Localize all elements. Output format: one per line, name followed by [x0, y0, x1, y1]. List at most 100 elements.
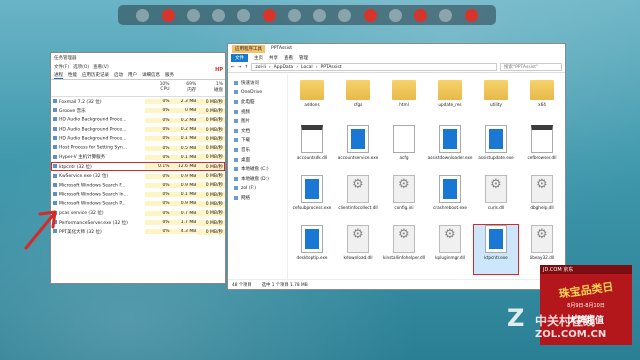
nav-item[interactable]: 下载 [228, 136, 287, 146]
dock-app-icon[interactable] [136, 8, 150, 22]
process-row[interactable]: PerformanceServer.exe (32 位) 0% 1.7 MB 0 MB… [51, 218, 225, 227]
name-header[interactable] [51, 80, 145, 96]
tab-home[interactable]: 主页 [254, 55, 263, 61]
process-row[interactable]: Microsoft Windows Search F... 0% 0.9 MB 0 M… [51, 181, 225, 190]
dock-app-icon[interactable] [439, 8, 453, 22]
process-row[interactable]: Foxmail 7.2 (32 位) 0% 2.3 MB 0 MB/秒 [51, 97, 225, 106]
tab-app-history[interactable]: 应用历史记录 [82, 72, 109, 78]
breadcrumb[interactable]: zol-li › AppData › Local › PPTAssist [251, 63, 497, 71]
nav-item[interactable]: 快速访问 [228, 78, 287, 88]
file-item[interactable]: clientinfocollect.dll [336, 175, 380, 224]
exe-icon [485, 225, 507, 253]
process-row[interactable]: Groove 音乐 0% 0 MB 0 MB/秒 [51, 106, 225, 115]
process-row[interactable]: Hyper-V 主机计算服务 0% 0.1 MB 0 MB/秒 [51, 153, 225, 162]
nav-item[interactable]: 桌面 [228, 155, 287, 165]
dock-app-icon[interactable] [237, 8, 251, 22]
dock-app-icon[interactable] [161, 8, 175, 22]
tab-share[interactable]: 共享 [269, 55, 278, 61]
nav-item[interactable]: 网络 [228, 193, 287, 203]
cpu-header[interactable]: 10% CPU [145, 80, 172, 96]
breadcrumb-item[interactable]: Local [301, 65, 313, 70]
nav-item[interactable]: OneDrive [228, 88, 287, 98]
process-row[interactable]: KwService.exe (32 位) 0% 0.9 MB 0 MB/秒 [51, 171, 225, 180]
process-row[interactable]: ktpcntr (32 位) 0.1% 12.6 MB 0 MB/秒 [51, 162, 225, 172]
file-item[interactable]: kdownload.dll [336, 225, 380, 274]
file-item[interactable]: cefbrowser.dll [520, 125, 564, 174]
dock-app-icon[interactable] [414, 8, 428, 22]
cpu-label: CPU [160, 87, 170, 92]
process-row[interactable]: Host Process for Setting Syn... 0% 0.5 MB 0… [51, 143, 225, 152]
nav-item[interactable]: 本地磁盘 (C:) [228, 164, 287, 174]
file-item[interactable]: curls.dll [474, 175, 518, 224]
breadcrumb-item[interactable]: PPTAssist [321, 65, 342, 70]
nav-item[interactable]: 文档 [228, 126, 287, 136]
process-row[interactable]: pcas service (32 位) 0% 0.7 MB 0 MB/秒 [51, 209, 225, 218]
tab-processes[interactable]: 进程 [54, 72, 63, 79]
breadcrumb-item[interactable]: AppData [274, 65, 294, 70]
file-item[interactable]: assistdownloader.exe [428, 125, 472, 174]
nav-item[interactable]: 图片 [228, 116, 287, 126]
up-arrow-icon[interactable]: ↑ [245, 65, 249, 70]
disk-header[interactable]: 1% 磁盘 [198, 80, 225, 96]
tab-file[interactable]: 文件 [231, 53, 248, 62]
file-item[interactable]: utility [474, 75, 518, 124]
process-row[interactable]: HD Audio Background Proce... 0% 0.2 MB 0 MB… [51, 125, 225, 134]
forward-arrow-icon[interactable]: → [238, 65, 242, 70]
process-row[interactable]: Microsoft Windows Search P... 0% 0.9 MB 0 M… [51, 199, 225, 208]
nav-item[interactable]: zol (F:) [228, 184, 287, 194]
file-item[interactable]: accountsdk.dll [290, 125, 334, 174]
file-item[interactable]: kinstallinfohelper.dll [382, 225, 426, 274]
dock-app-icon[interactable] [338, 8, 352, 22]
file-item[interactable]: kpluginmgr.dll [428, 225, 472, 274]
process-row[interactable]: HD Audio Background Proce... 0% 0.1 MB 0 MB… [51, 134, 225, 143]
nav-item[interactable]: 视频 [228, 107, 287, 117]
file-name: cefsubprocess.exe [292, 205, 332, 210]
tab-users[interactable]: 用户 [128, 72, 137, 78]
tab-performance[interactable]: 性能 [68, 72, 77, 78]
dock-app-icon[interactable] [262, 8, 276, 22]
file-item[interactable]: dbghelp.dll [520, 175, 564, 224]
menu-options[interactable]: 选项(O) [73, 64, 89, 70]
file-item[interactable]: update_res [428, 75, 472, 124]
file-item[interactable]: cfgs [336, 75, 380, 124]
file-item[interactable]: x64 [520, 75, 564, 124]
file-item[interactable]: assistupdate.exe [474, 125, 518, 174]
file-item[interactable]: cefsubprocess.exe [290, 175, 334, 224]
menu-view[interactable]: 查看(V) [93, 64, 109, 70]
memory-header[interactable]: 69% 内存 [172, 80, 199, 96]
dock-app-icon[interactable] [186, 8, 200, 22]
ribbon-context-tag[interactable]: 应用程序工具 [232, 44, 265, 53]
nav-item[interactable]: 本地磁盘 (D:) [228, 174, 287, 184]
process-row[interactable]: PPT美化大师 (32 位) 0% 4.3 MB 0 MB/秒 [51, 227, 225, 236]
dock-app-icon[interactable] [313, 8, 327, 22]
process-row[interactable]: HD Audio Background Proce... 0% 0.2 MB 0 MB… [51, 116, 225, 125]
nav-item[interactable]: 音乐 [228, 145, 287, 155]
file-item[interactable]: crashreboot.exe [428, 175, 472, 224]
nav-item-icon [234, 119, 238, 124]
process-row[interactable]: Microsoft Windows Search In... 0% 0.1 MB 0 … [51, 190, 225, 199]
tab-services[interactable]: 服务 [165, 72, 174, 78]
file-item[interactable]: accountservice.exe [336, 125, 380, 174]
tab-manage[interactable]: 管理 [299, 55, 308, 61]
file-item[interactable]: desktoptip.exe [290, 225, 334, 274]
dock-app-icon[interactable] [388, 8, 402, 22]
dock-app-icon[interactable] [363, 8, 377, 22]
file-item[interactable]: acfg [382, 125, 426, 174]
file-item[interactable]: addons [290, 75, 334, 124]
back-arrow-icon[interactable]: ← [231, 65, 235, 70]
tab-details[interactable]: 详细信息 [142, 72, 160, 78]
dock-app-icon[interactable] [464, 8, 478, 22]
tab-view[interactable]: 查看 [284, 55, 293, 61]
menu-file[interactable]: 文件(F) [54, 64, 69, 70]
file-name: acfg [399, 155, 409, 160]
search-input[interactable]: 搜索"PPTAssist" [500, 63, 562, 71]
nav-item[interactable]: 此电脑 [228, 97, 287, 107]
file-item[interactable]: html [382, 75, 426, 124]
file-item[interactable]: config.ini [382, 175, 426, 224]
dock-app-icon[interactable] [287, 8, 301, 22]
breadcrumb-item[interactable]: zol-li [255, 65, 266, 70]
tab-startup[interactable]: 启动 [114, 72, 123, 78]
file-item[interactable]: ktpcntr.exe [473, 224, 519, 275]
file-explorer-window: 应用程序工具 PPTAssist 文件 主页 共享 查看 管理 ← → ↑ zo… [227, 43, 566, 290]
dock-app-icon[interactable] [212, 8, 226, 22]
